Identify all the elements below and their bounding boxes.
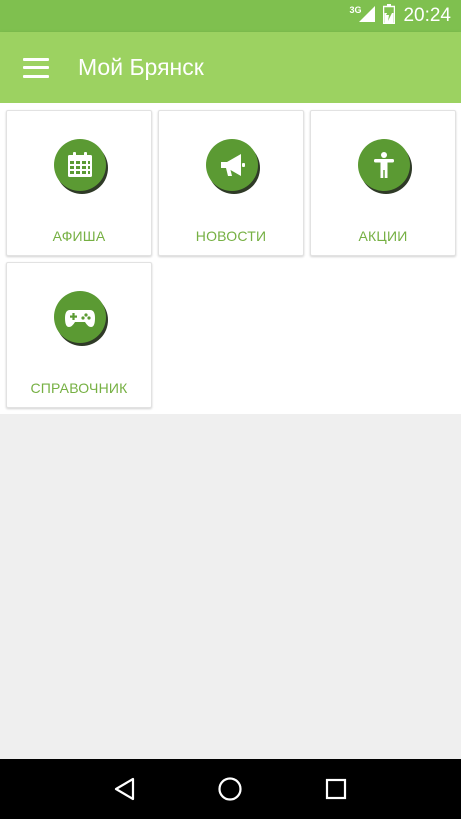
gamepad-icon <box>54 291 106 343</box>
tile-news[interactable]: НОВОСТИ <box>158 110 304 256</box>
tile-label: СПРАВОЧНИК <box>30 380 128 396</box>
status-bar: 3G 20:24 <box>0 0 461 32</box>
system-nav-bar <box>0 759 461 819</box>
page-title: Мой Брянск <box>78 54 204 80</box>
battery-icon <box>383 3 396 29</box>
app-bar: Мой Брянск <box>0 32 461 103</box>
tile-label: НОВОСТИ <box>195 228 267 244</box>
tile-label: АФИША <box>52 228 106 244</box>
calendar-icon <box>54 139 106 191</box>
tile-grid: АФИША НОВОСТИ АКЦИИ СПРАВОЧНИК <box>0 103 461 414</box>
signal-icon <box>359 5 376 27</box>
menu-icon[interactable] <box>23 57 49 78</box>
home-icon[interactable] <box>215 774 245 804</box>
clock-time: 20:24 <box>403 5 451 26</box>
tile-promotions[interactable]: АКЦИИ <box>310 110 456 256</box>
tile-label: АКЦИИ <box>358 228 408 244</box>
tile-directory[interactable]: СПРАВОЧНИК <box>6 262 152 408</box>
person-icon <box>358 139 410 191</box>
tile-afisha[interactable]: АФИША <box>6 110 152 256</box>
recent-apps-icon[interactable] <box>321 774 351 804</box>
back-icon[interactable] <box>110 774 140 804</box>
megaphone-icon <box>206 139 258 191</box>
network-type-label: 3G <box>349 5 362 15</box>
